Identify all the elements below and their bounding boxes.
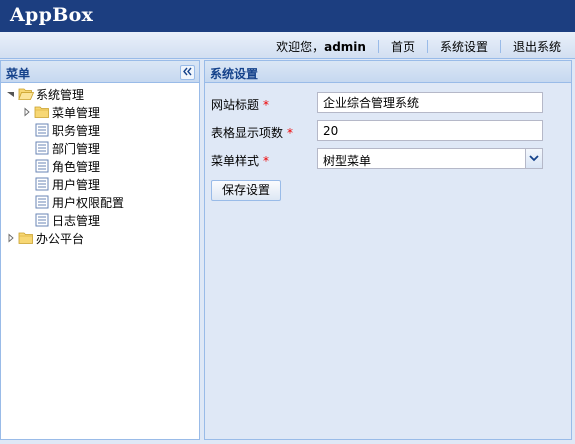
system-settings-link[interactable]: 系统设置 [440, 38, 488, 55]
settings-panel-title: 系统设置 [210, 67, 259, 81]
tree-node-label: 用户权限配置 [52, 195, 125, 210]
site-title-input[interactable] [317, 92, 543, 113]
tree-node-position-management[interactable]: 职务管理 [1, 121, 199, 139]
app-logo: AppBox [10, 4, 94, 26]
top-toolbar: 欢迎您，admin 首页 系统设置 退出系统 [0, 32, 575, 59]
dropdown-trigger[interactable] [525, 149, 542, 168]
tree-node-menu-management[interactable]: 菜单管理 [1, 103, 199, 121]
page-icon [35, 141, 49, 155]
form-row-site-title: 网站标题 * [211, 91, 565, 119]
tree-node-label: 菜单管理 [52, 105, 101, 120]
menu-style-select[interactable]: 树型菜单 [317, 148, 543, 169]
save-settings-button[interactable]: 保存设置 [211, 180, 281, 201]
page-icon [35, 177, 49, 191]
welcome-user: 欢迎您，admin [276, 38, 366, 55]
page-icon [35, 195, 49, 209]
tree-node-label: 角色管理 [52, 159, 101, 174]
folder-icon [34, 106, 49, 118]
folder-icon [18, 232, 33, 244]
tree-node-system-management[interactable]: 系统管理 [1, 85, 199, 103]
page-size-label: 表格显示项数 * [211, 124, 293, 141]
tree-node-label: 日志管理 [52, 213, 101, 228]
divider [426, 40, 428, 53]
menu-style-value: 树型菜单 [323, 154, 372, 168]
app-header: AppBox [0, 0, 575, 32]
menu-tree: 系统管理 菜单管理 职务管理 部门管理 角色管理 用户管理 用户权限配置 日志管… [1, 83, 199, 247]
menu-style-label: 菜单样式 * [211, 152, 269, 169]
username: admin [324, 40, 366, 54]
page-icon [35, 159, 49, 173]
required-mark: * [287, 126, 294, 140]
divider [377, 40, 379, 53]
tree-node-label: 用户管理 [52, 177, 101, 192]
tree-node-label: 部门管理 [52, 141, 101, 156]
double-chevron-left-icon[interactable] [180, 65, 195, 80]
tree-node-department-management[interactable]: 部门管理 [1, 139, 199, 157]
tree-node-label: 职务管理 [52, 123, 101, 138]
tree-node-log-management[interactable]: 日志管理 [1, 211, 199, 229]
tree-node-label: 系统管理 [36, 87, 85, 102]
field-label-text: 表格显示项数 [211, 126, 284, 140]
settings-form: 网站标题* 表格显示项数* 菜单样式* 树型菜单 保存设置 [205, 83, 571, 211]
required-mark: * [263, 98, 270, 112]
top-links: 欢迎您，admin 首页 系统设置 退出系统 [276, 38, 561, 55]
tree-node-role-management[interactable]: 角色管理 [1, 157, 199, 175]
tree-node-user-permission-config[interactable]: 用户权限配置 [1, 193, 199, 211]
logout-link[interactable]: 退出系统 [513, 38, 561, 55]
divider [499, 40, 501, 53]
tree-node-label: 办公平台 [36, 231, 85, 246]
menu-panel: 菜单 系统管理 菜单管理 职务管理 部门管理 角色管理 用户管理 用户权限配置 … [0, 60, 200, 440]
required-mark: * [263, 154, 270, 168]
field-label-text: 网站标题 [211, 98, 260, 112]
menu-panel-title: 菜单 [6, 67, 31, 81]
settings-panel-header: 系统设置 [205, 61, 571, 83]
page-icon [35, 213, 49, 227]
site-title-label: 网站标题 * [211, 96, 269, 113]
collapsed-triangle-icon[interactable] [22, 107, 32, 117]
tree-node-office-platform[interactable]: 办公平台 [1, 229, 199, 247]
page-size-input[interactable] [317, 120, 543, 141]
menu-panel-header: 菜单 [1, 61, 199, 83]
form-row-menu-style: 菜单样式 * 树型菜单 [211, 147, 565, 175]
expanded-triangle-icon[interactable] [6, 89, 16, 99]
home-link[interactable]: 首页 [391, 38, 415, 55]
chevron-down-icon [529, 155, 539, 162]
tree-node-user-management[interactable]: 用户管理 [1, 175, 199, 193]
form-row-actions: 保存设置 [211, 175, 565, 203]
welcome-text: 欢迎您， [276, 40, 325, 54]
settings-panel: 系统设置 网站标题* 表格显示项数* 菜单样式* 树型菜单 保存设置 [204, 60, 572, 440]
field-label-text: 菜单样式 [211, 154, 260, 168]
folder-open-icon [18, 88, 34, 100]
collapsed-triangle-icon[interactable] [6, 233, 16, 243]
form-row-page-size: 表格显示项数 * [211, 119, 565, 147]
page-icon [35, 123, 49, 137]
